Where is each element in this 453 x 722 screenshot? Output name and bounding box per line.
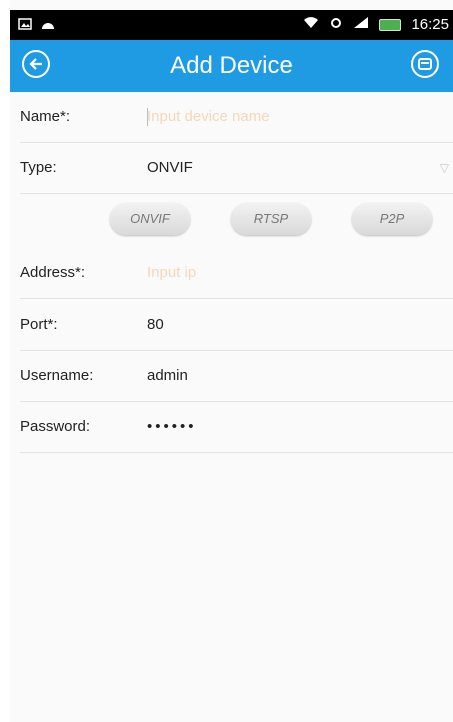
type-select[interactable]: ONVIF (147, 159, 193, 176)
p2p-button[interactable]: P2P (352, 203, 432, 235)
username-row: Username: admin (20, 351, 453, 402)
name-input[interactable]: Input device name (147, 108, 270, 125)
address-row: Address*: Input ip (20, 248, 453, 299)
signal-icon (353, 16, 369, 33)
sync-icon (329, 16, 343, 33)
port-row: Port*: 80 (20, 300, 453, 351)
password-input[interactable]: •••••• (147, 418, 197, 435)
save-circle-icon[interactable] (411, 50, 439, 78)
address-label: Address*: (20, 264, 86, 281)
battery-icon (379, 18, 402, 31)
password-label: Password: (20, 418, 91, 435)
type-button-row: ONVIF RTSP P2P (10, 193, 453, 243)
username-label: Username: (20, 367, 94, 384)
dropdown-triangle-icon[interactable]: ▽ (440, 161, 449, 175)
name-row: Name*: Input device name (20, 92, 453, 143)
type-label: Type: (20, 159, 57, 176)
status-bar: 16:25 (10, 10, 453, 40)
port-label: Port*: (20, 316, 58, 333)
image-icon (18, 17, 32, 35)
app-bar: Add Device (10, 40, 453, 92)
password-row: Password: •••••• (20, 402, 453, 453)
port-input[interactable]: 80 (147, 316, 164, 333)
android-icon (40, 17, 56, 35)
onvif-button[interactable]: ONVIF (110, 203, 190, 235)
status-time: 16:25 (411, 16, 449, 33)
address-input[interactable]: Input ip (147, 264, 196, 281)
name-label: Name*: (20, 108, 71, 125)
app-frame: 16:25 Add Device Name*: Input device nam… (10, 0, 453, 722)
wifi-icon (303, 16, 319, 33)
page-title: Add Device (170, 52, 293, 79)
type-row[interactable]: Type: ONVIF ▽ (20, 143, 453, 194)
username-input[interactable]: admin (147, 367, 188, 384)
rtsp-button[interactable]: RTSP (231, 203, 311, 235)
